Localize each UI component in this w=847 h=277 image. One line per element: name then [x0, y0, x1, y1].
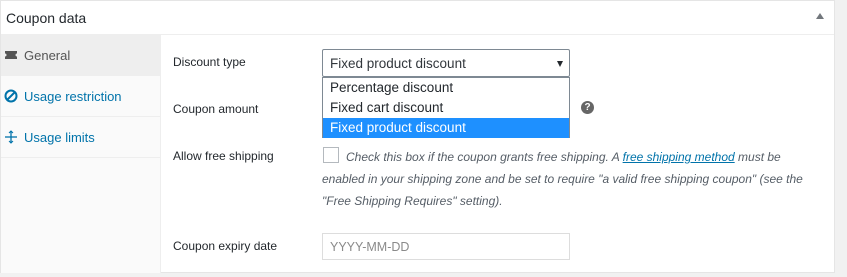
triangle-up-icon[interactable] [816, 13, 824, 19]
expiry-date-input[interactable] [322, 233, 570, 260]
expiry-date-label: Coupon expiry date [173, 239, 278, 253]
dropdown-option-percentage[interactable]: Percentage discount [323, 78, 569, 98]
tab-general-label: General [24, 48, 71, 63]
tab-usage-limits[interactable]: Usage limits [1, 117, 160, 158]
ticket-icon [4, 47, 18, 63]
free-shipping-description-text: Check this box if the coupon grants free… [346, 150, 623, 164]
coupon-tabs-sidebar: General Usage restriction Usage limits [1, 35, 161, 273]
coupon-amount-label: Coupon amount [173, 102, 259, 116]
discount-type-dropdown: Percentage discount Fixed cart discount … [322, 77, 570, 138]
question-mark-icon[interactable]: ? [581, 101, 594, 114]
discount-type-selected-value: Fixed product discount [330, 56, 466, 71]
discount-type-label: Discount type [173, 55, 246, 69]
panel-header: Coupon data [1, 1, 834, 35]
free-shipping-label: Allow free shipping [173, 149, 274, 163]
plus-arrows-icon [4, 129, 18, 145]
no-entry-icon [4, 88, 18, 104]
discount-type-select[interactable]: Fixed product discount [322, 49, 570, 77]
free-shipping-description: Check this box if the coupon grants free… [322, 146, 812, 212]
tab-usage-restriction-label: Usage restriction [24, 89, 122, 104]
tab-usage-restriction[interactable]: Usage restriction [1, 76, 160, 117]
free-shipping-method-link[interactable]: free shipping method [623, 150, 735, 164]
tab-general[interactable]: General [1, 35, 160, 76]
chevron-down-icon [557, 61, 563, 67]
panel-title: Coupon data [6, 10, 87, 26]
tab-usage-limits-label: Usage limits [24, 130, 95, 145]
dropdown-option-fixed-product[interactable]: Fixed product discount [323, 118, 569, 138]
dropdown-option-fixed-cart[interactable]: Fixed cart discount [323, 98, 569, 118]
